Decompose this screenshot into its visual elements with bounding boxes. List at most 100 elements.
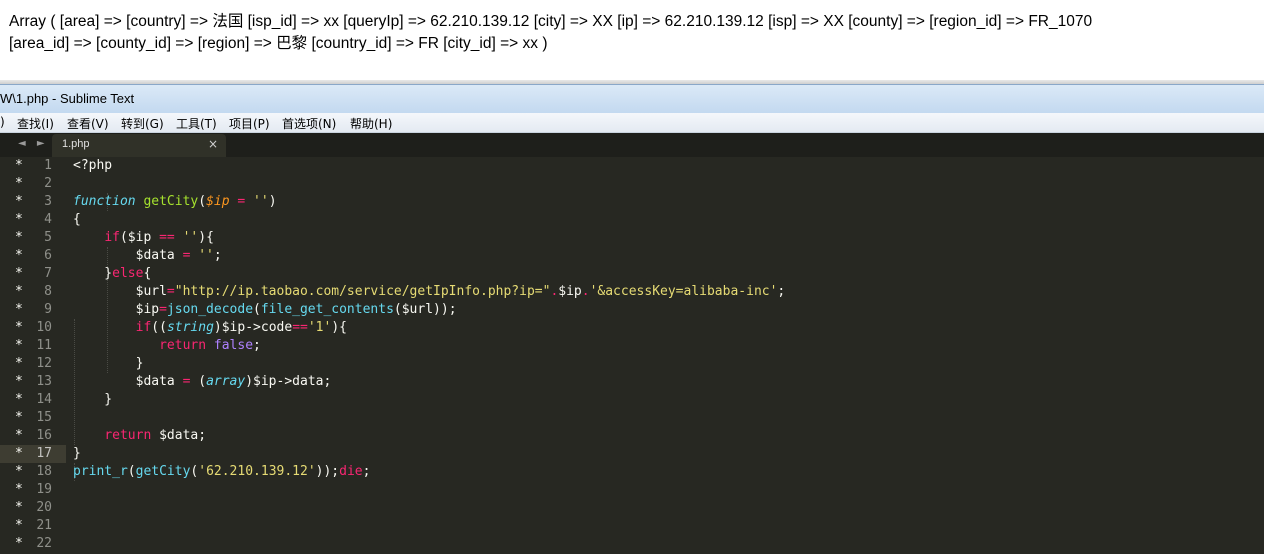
code-line[interactable]: * 10 if((string)$ip->code=='1'){ (0, 319, 1264, 337)
close-icon[interactable]: × (208, 137, 218, 151)
code-line[interactable]: * 19 (0, 481, 1264, 499)
menu-view[interactable]: 查看(V) (67, 115, 109, 132)
code-token: ; (362, 464, 371, 479)
code-line[interactable]: * 17} (0, 445, 1264, 463)
code-line[interactable]: * 2 (0, 175, 1264, 193)
code-token: getCity (143, 194, 199, 209)
code-line[interactable]: * 15 (0, 409, 1264, 427)
code-text[interactable]: { (73, 212, 81, 227)
code-token: file_get_contents (260, 302, 394, 317)
tab-1-php[interactable]: 1.php × (52, 134, 226, 157)
code-token: } (73, 266, 113, 281)
code-token: ){ (198, 230, 214, 245)
code-line[interactable]: * 6 $data = ''; (0, 247, 1264, 265)
code-text[interactable]: $url="http://ip.taobao.com/service/getIp… (73, 284, 786, 299)
code-line[interactable]: * 4{ (0, 211, 1264, 229)
code-token: false (213, 338, 254, 353)
line-number: 11 (36, 338, 52, 353)
code-token: $data (73, 248, 183, 263)
code-text[interactable]: function getCity($ip = '') (73, 194, 277, 209)
code-line[interactable]: * 13 $data = (array)$ip->data; (0, 373, 1264, 391)
line-number: 1 (44, 158, 52, 173)
code-text[interactable]: if((string)$ip->code=='1'){ (73, 320, 347, 335)
code-token: $ip (206, 194, 230, 209)
code-token: function (73, 194, 136, 209)
code-token: (( (151, 320, 167, 335)
sublime-window[interactable]: W\1.php - Sublime Text ) 查找(I) 查看(V) 转到(… (0, 84, 1264, 554)
code-token: if (104, 230, 120, 245)
code-token: )$ip->data; (245, 374, 332, 389)
code-token: return (104, 428, 152, 443)
code-token: ( (190, 374, 207, 389)
code-text[interactable]: $data = (array)$ip->data; (73, 374, 332, 389)
code-text[interactable]: $data = ''; (73, 248, 222, 263)
code-line[interactable]: * 3 function getCity($ip = '') (0, 193, 1264, 211)
code-line[interactable]: * 1 <?php (0, 157, 1264, 175)
code-token: $ip (558, 284, 582, 299)
line-number: 17 (36, 446, 52, 461)
line-number: 7 (44, 266, 52, 281)
code-token: <?php (73, 158, 113, 173)
code-token: '1' (307, 320, 332, 335)
code-token: $ip (73, 302, 160, 317)
code-line[interactable]: * 11 return false; (0, 337, 1264, 355)
code-token: ( (253, 302, 261, 317)
menu-preferences[interactable]: 首选项(N) (282, 115, 336, 132)
code-token: ){ (331, 320, 347, 335)
code-token: } (73, 356, 144, 371)
code-line[interactable]: * 16 return $data; (0, 427, 1264, 445)
code-token: ( (127, 464, 136, 479)
menu-partial[interactable]: ) (0, 115, 5, 129)
code-token: { (143, 266, 152, 281)
code-line[interactable]: * 14 } (0, 391, 1264, 409)
code-token: . (581, 284, 590, 299)
code-line[interactable]: * 12 } (0, 355, 1264, 373)
line-number: 4 (44, 212, 52, 227)
code-text[interactable]: $ip=json_decode(file_get_contents($url))… (73, 302, 457, 317)
code-text[interactable]: print_r(getCity('62.210.139.12'));die; (73, 464, 370, 479)
code-token: ; (777, 284, 786, 299)
code-token: json_decode (166, 302, 254, 317)
line-number: 8 (44, 284, 52, 299)
code-text[interactable]: } (73, 356, 144, 371)
code-line[interactable]: * 20 (0, 499, 1264, 517)
code-line[interactable]: * 5 if($ip == ''){ (0, 229, 1264, 247)
menu-find[interactable]: 查找(I) (17, 115, 54, 132)
code-line[interactable]: * 22 (0, 535, 1264, 553)
window-title: W\1.php - Sublime Text (0, 91, 135, 106)
code-text[interactable]: } (73, 446, 81, 461)
menu-tools[interactable]: 工具(T) (176, 115, 217, 132)
code-text[interactable]: return false; (73, 338, 261, 353)
menu-help[interactable]: 帮助(H) (350, 115, 392, 132)
line-number: 3 (44, 194, 52, 209)
code-line[interactable]: * 18 print_r(getCity('62.210.139.12'));die… (0, 463, 1264, 481)
code-token: = (229, 194, 254, 209)
output-line-2: [area_id] => [county_id] => [region] => … (9, 35, 548, 52)
line-number: 18 (36, 464, 52, 479)
code-text[interactable]: } (73, 392, 112, 407)
title-bar[interactable]: W\1.php - Sublime Text (0, 84, 1264, 113)
output-line-1: Array ( [area] => [country] => 法国 [isp_i… (9, 13, 1093, 30)
line-number: 14 (36, 392, 52, 407)
line-number: 21 (36, 518, 52, 533)
code-token: )); (315, 464, 340, 479)
code-text[interactable]: return $data; (73, 428, 206, 443)
code-text[interactable]: if($ip == ''){ (73, 230, 214, 245)
code-line[interactable]: * 8 $url="http://ip.taobao.com/service/ge… (0, 283, 1264, 301)
code-token: } (73, 446, 81, 461)
code-text[interactable]: }else{ (73, 266, 151, 281)
code-text[interactable]: <?php (73, 158, 112, 173)
code-line[interactable]: * 21 (0, 517, 1264, 535)
code-line[interactable]: * 7 }else{ (0, 265, 1264, 283)
line-number: 6 (44, 248, 52, 263)
tab-scroll-arrows-icon[interactable]: ◄ ► (18, 138, 49, 149)
code-token: if (135, 320, 152, 335)
menu-project[interactable]: 项目(P) (229, 115, 270, 132)
code-editor[interactable]: * 1 <?php * 2 * 3 function getCity($ip = '') * 4{… (0, 157, 1264, 554)
code-token: "http://ip.taobao.com/service/getIpInfo.… (174, 284, 551, 299)
menu-goto[interactable]: 转到(G) (121, 115, 164, 132)
line-number: 22 (36, 536, 52, 551)
code-line[interactable]: * 9 $ip=json_decode(file_get_contents($ur… (0, 301, 1264, 319)
